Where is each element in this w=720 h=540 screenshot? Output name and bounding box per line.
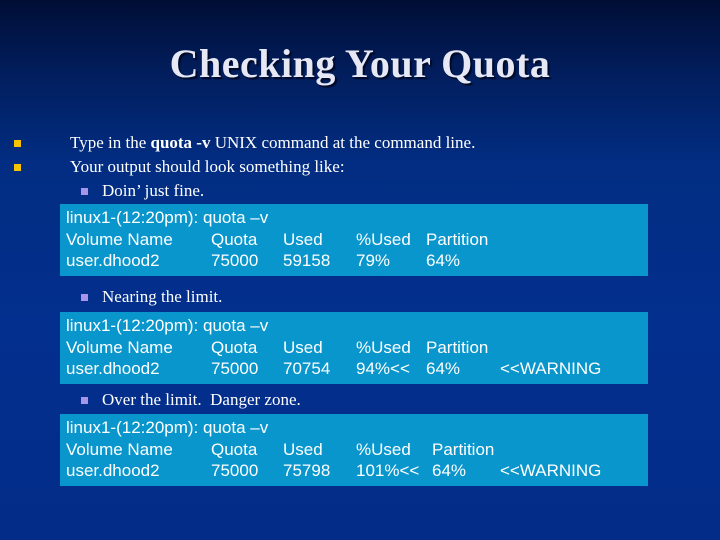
sub-bullet-square-icon [81, 188, 88, 195]
terminal-output-nearing: linux1-(12:20pm): quota –v Volume Name Q… [60, 312, 648, 384]
quota-value: 75000 [211, 359, 259, 378]
terminal-output-over: linux1-(12:20pm): quota –v Volume Name Q… [60, 414, 648, 486]
sub-bullet-square-icon [81, 397, 88, 404]
header-percent-used: %Used [356, 338, 411, 357]
case-label: Doin’ just fine. [102, 181, 205, 200]
header-used: Used [283, 440, 323, 459]
bullet-text: UNIX command at the command line. [210, 133, 476, 152]
header-percent-used: %Used [356, 440, 411, 459]
sub-bullet-fine: Doin’ just fine. [81, 181, 205, 201]
percent-used-value: 94%<< [356, 359, 410, 378]
header-quota: Quota [211, 230, 258, 249]
sub-bullet-over: Over the limit. Danger zone. [81, 390, 301, 410]
prompt-text: linux1-(12:20pm): quota –v [66, 316, 269, 335]
bullet-output-intro: Your output should look something like: [14, 157, 345, 177]
quota-value: 75000 [211, 461, 259, 480]
sub-bullet-square-icon [81, 294, 88, 301]
partition-value: 64% [426, 251, 461, 270]
header-quota: Quota [211, 440, 258, 459]
header-partition: Partition [432, 440, 495, 459]
header-volume-name: Volume Name [66, 230, 173, 249]
header-used: Used [283, 230, 323, 249]
header-quota: Quota [211, 338, 258, 357]
partition-value: 64% [426, 359, 461, 378]
prompt-text: linux1-(12:20pm): quota –v [66, 208, 269, 227]
bullet-text: Type in the [70, 133, 151, 152]
used-value: 75798 [283, 461, 331, 480]
bullet-square-icon [14, 164, 21, 171]
case-label: Nearing the limit. [102, 287, 223, 306]
header-partition: Partition [426, 338, 489, 357]
header-volume-name: Volume Name [66, 440, 173, 459]
terminal-output-fine: linux1-(12:20pm): quota –v Volume Name Q… [60, 204, 648, 276]
percent-used-value: 79% [356, 251, 391, 270]
quota-value: 75000 [211, 251, 259, 270]
volume-name: user.dhood2 [66, 359, 160, 378]
warning-text: <<WARNING [500, 359, 602, 378]
slide-title: Checking Your Quota [169, 41, 551, 86]
sub-bullet-nearing: Nearing the limit. [81, 287, 223, 307]
volume-name: user.dhood2 [66, 461, 160, 480]
warning-text: <<WARNING [500, 461, 602, 480]
header-percent-used: %Used [356, 230, 411, 249]
volume-name: user.dhood2 [66, 251, 160, 270]
header-volume-name: Volume Name [66, 338, 173, 357]
partition-value: 64% [432, 461, 467, 480]
prompt-text: linux1-(12:20pm): quota –v [66, 418, 269, 437]
command-name: quota -v [150, 133, 211, 152]
percent-used-value: 101%<< [356, 461, 420, 480]
bullet-text: Your output should look something like: [70, 157, 345, 176]
bullet-command-instruction: Type in the quota -v UNIX command at the… [14, 133, 476, 153]
header-partition: Partition [426, 230, 489, 249]
case-label: Over the limit. Danger zone. [102, 390, 301, 409]
header-used: Used [283, 338, 323, 357]
used-value: 59158 [283, 251, 331, 270]
used-value: 70754 [283, 359, 331, 378]
bullet-square-icon [14, 140, 21, 147]
